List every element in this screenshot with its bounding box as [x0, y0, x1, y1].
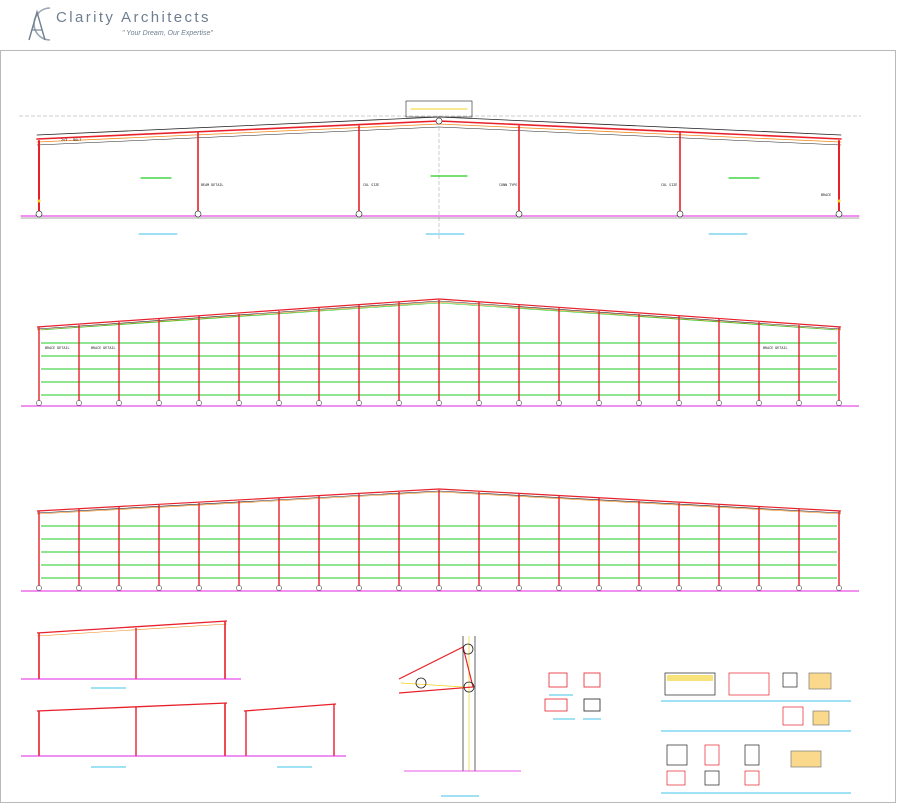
main-frame-section: 2x3 - BOLT BEAM DETAIL COL SIZE CONN TYPE C… — [20, 100, 860, 235]
end-wall-section-1 — [21, 620, 241, 689]
brand-tagline: " Your Dream, Our Expertise" — [122, 30, 213, 37]
page-header: Clarity Architects " Your Dream, Our Exp… — [0, 0, 898, 50]
svg-text:BEAM DETAIL: BEAM DETAIL — [201, 183, 223, 187]
svg-text:2x3 - BOLT: 2x3 - BOLT — [61, 138, 81, 142]
drawing-sheet: 2x3 - BOLT BEAM DETAIL COL SIZE CONN TYPE C… — [0, 50, 896, 803]
brand-name: Clarity Architects — [56, 9, 211, 26]
svg-text:CONN TYPE: CONN TYPE — [499, 183, 517, 187]
svg-text:COL SIZE: COL SIZE — [363, 183, 379, 187]
svg-text:BRACE DETAIL: BRACE DETAIL — [91, 346, 116, 350]
side-wall-elevation-a: BRACE DETAIL BRACE DETAIL BRACE DETAIL — [21, 298, 859, 407]
svg-text:BRACE DETAIL: BRACE DETAIL — [45, 346, 70, 350]
svg-text:BRACE DETAIL: BRACE DETAIL — [763, 346, 788, 350]
gutter-details — [661, 672, 851, 794]
elevation-drawing: 2x3 - BOLT BEAM DETAIL COL SIZE CONN TYPE C… — [19, 100, 861, 797]
end-wall-section-3 — [241, 703, 346, 768]
svg-text:BRACE: BRACE — [821, 193, 831, 197]
connection-detail — [398, 636, 521, 797]
svg-text:COL SIZE: COL SIZE — [661, 183, 677, 187]
architect-compass-logo — [28, 7, 51, 41]
side-wall-elevation-b — [21, 488, 859, 592]
end-wall-section-2 — [21, 702, 241, 768]
fixing-details — [544, 672, 601, 720]
